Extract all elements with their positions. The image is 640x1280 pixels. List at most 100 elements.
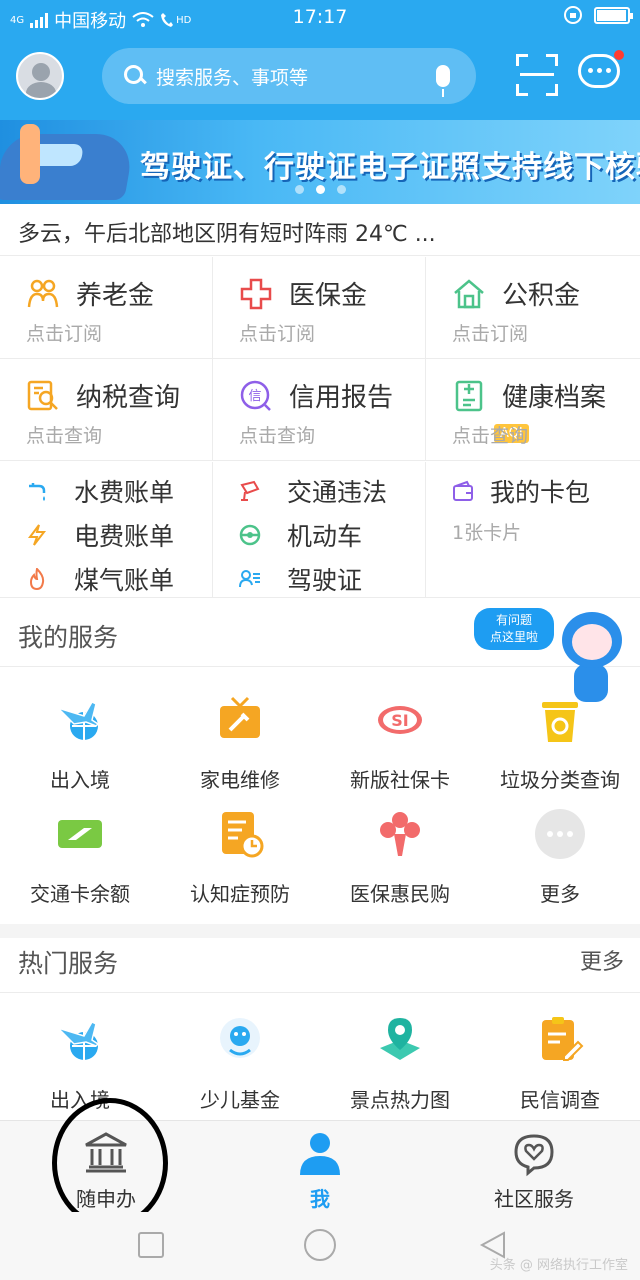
avatar[interactable] — [16, 52, 64, 100]
person-icon — [300, 1133, 340, 1175]
tax-query-cell[interactable]: 纳税查询 点击查询 — [0, 359, 213, 461]
medical-shop-icon — [380, 812, 420, 856]
plane-globe-icon — [57, 1021, 100, 1060]
cell-title: 养老金 — [76, 281, 155, 311]
hot-scenic-heatmap[interactable]: 景点热力图 — [320, 1014, 480, 1114]
hot-services-title: 热门服务 — [18, 949, 119, 978]
item-label: 驾驶证 — [287, 566, 363, 595]
nav-me[interactable]: 我 — [240, 1121, 400, 1213]
hot-public-survey[interactable]: 民信调查 — [480, 1014, 640, 1114]
divider — [0, 992, 640, 993]
wallet-count: 1张卡片 — [452, 522, 522, 544]
driver-license-item[interactable]: 驾驶证 — [239, 564, 363, 595]
survey-icon — [542, 1017, 584, 1061]
clock: 17:17 — [292, 6, 348, 28]
trash-bin-icon — [542, 702, 578, 742]
message-icon[interactable] — [578, 50, 624, 94]
service-transit-card[interactable]: 交通卡余额 — [0, 808, 160, 908]
cell-sub: 点击查询 — [452, 425, 529, 447]
svg-text:信: 信 — [248, 389, 261, 404]
cell-title: 纳税查询 — [76, 383, 181, 413]
cell-sub: 点击查询 — [26, 425, 103, 447]
wallet-icon — [453, 480, 473, 501]
camera-icon — [240, 480, 260, 501]
bills-column: 水费账单 电费账单 煤气账单 — [0, 462, 213, 598]
helper-bubble[interactable]: 有问题 点这里啦 — [474, 608, 554, 650]
cell-sub: 点击查询 — [239, 425, 316, 447]
cell-title: 公积金 — [502, 281, 581, 311]
service-label: 认知症预防 — [190, 882, 290, 906]
scan-icon[interactable] — [516, 54, 558, 96]
wallet-column[interactable]: 我的卡包 1张卡片 — [426, 462, 640, 598]
id-card-icon — [239, 570, 260, 588]
mascot-illustration[interactable] — [558, 612, 624, 702]
top-header: 4G 中国移动 HD 17:17 搜索服务、事项等 — [0, 0, 640, 120]
service-garbage-sorting[interactable]: 垃圾分类查询 — [480, 694, 640, 794]
weather-bar[interactable]: 多云，午后北部地区阴有短时阵雨 24℃ ... AQI — [0, 204, 640, 443]
item-label: 电费账单 — [74, 522, 175, 551]
pager-dot — [294, 185, 304, 194]
credit-icon: 信 — [240, 380, 271, 411]
service-label: 民信调查 — [520, 1088, 600, 1112]
service-social-security-card[interactable]: SI 新版社保卡 — [320, 694, 480, 794]
health-record-icon — [455, 380, 483, 412]
housing-fund-cell[interactable]: 公积金 点击订阅 — [426, 257, 640, 359]
credit-report-cell[interactable]: 信 信用报告 点击查询 — [213, 359, 426, 461]
plane-globe-icon — [57, 701, 100, 740]
search-placeholder: 搜索服务、事项等 — [156, 66, 309, 89]
recent-apps-button[interactable] — [138, 1232, 164, 1258]
search-bar[interactable]: 搜索服务、事项等 — [102, 48, 476, 104]
service-label: 更多 — [540, 882, 580, 906]
more-dots-icon — [535, 809, 585, 859]
weather-text: 多云，午后北部地区阴有短时阵雨 24℃ ... — [18, 222, 436, 247]
electric-bill-item[interactable]: 电费账单 — [26, 520, 175, 551]
child-fund-icon — [220, 1018, 260, 1058]
gas-bill-item[interactable]: 煤气账单 — [26, 564, 174, 595]
service-more[interactable]: 更多 — [480, 808, 640, 908]
service-medical-shop[interactable]: 医保惠民购 — [320, 808, 480, 908]
divider — [0, 666, 640, 667]
service-label: 医保惠民购 — [350, 882, 450, 906]
heart-chat-icon — [514, 1134, 554, 1177]
nav-community[interactable]: 社区服务 — [454, 1121, 614, 1213]
service-label: 垃圾分类查询 — [500, 768, 620, 792]
vehicle-item[interactable]: 机动车 — [239, 520, 363, 551]
service-entry-exit[interactable]: 出入境 — [0, 694, 160, 794]
item-label: 水费账单 — [74, 478, 175, 507]
cell-sub: 点击订阅 — [26, 323, 103, 345]
transit-card-icon — [58, 820, 102, 848]
tax-search-icon — [27, 380, 58, 411]
medical-insurance-cell[interactable]: 医保金 点击订阅 — [213, 257, 426, 359]
my-services-title: 我的服务 — [18, 623, 119, 652]
service-dementia-prevention[interactable]: 认知症预防 — [160, 808, 320, 908]
social-security-icon: SI — [378, 706, 422, 734]
item-label: 交通违法 — [287, 478, 388, 507]
hot-services-more[interactable]: 更多 — [580, 944, 624, 976]
microphone-icon[interactable] — [436, 65, 450, 97]
wallet-item[interactable]: 我的卡包 — [452, 476, 590, 507]
hot-child-fund[interactable]: 少儿基金 — [160, 1014, 320, 1114]
house-icon — [454, 279, 484, 309]
water-tap-icon — [29, 483, 46, 501]
health-record-cell[interactable]: 健康档案 点击查询 — [426, 359, 640, 461]
service-label: 新版社保卡 — [350, 768, 450, 792]
pension-cell[interactable]: 养老金 点击订阅 — [0, 257, 213, 359]
cell-title: 健康档案 — [502, 383, 607, 413]
item-label: 机动车 — [287, 522, 363, 551]
promo-banner[interactable]: 驾驶证、行驶证电子证照支持线下核验！ — [0, 120, 640, 204]
water-bill-item[interactable]: 水费账单 — [26, 476, 175, 507]
helper-line-1: 有问题 — [495, 613, 532, 627]
service-label: 家电维修 — [200, 768, 280, 792]
service-label: 少儿基金 — [200, 1088, 280, 1112]
hot-entry-exit[interactable]: 出入境 — [0, 1014, 160, 1114]
service-appliance-repair[interactable]: 家电维修 — [160, 694, 320, 794]
home-button[interactable] — [304, 1229, 336, 1261]
traffic-violation-item[interactable]: 交通违法 — [239, 476, 388, 507]
cell-sub: 点击订阅 — [239, 323, 316, 345]
cell-sub: 点击订阅 — [452, 323, 529, 345]
highlight-circle — [52, 1098, 168, 1228]
service-label: 交通卡余额 — [30, 882, 130, 906]
status-bar: 4G 中国移动 HD 17:17 — [0, 0, 640, 36]
battery-icon — [594, 6, 633, 24]
person-illustration — [20, 124, 40, 184]
